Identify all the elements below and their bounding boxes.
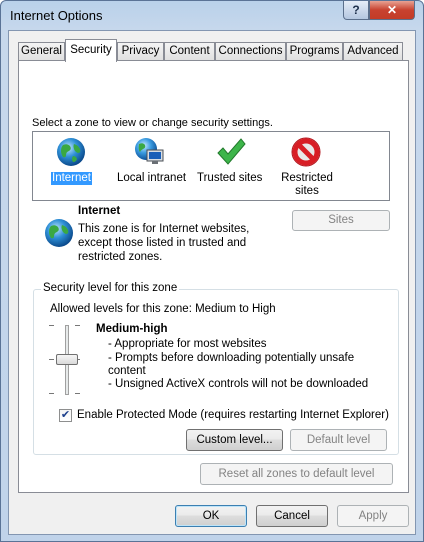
close-button[interactable]: ✕	[369, 1, 415, 20]
security-level-legend: Security level for this zone	[41, 282, 180, 294]
intranet-icon	[135, 138, 164, 164]
allowed-levels-text: Allowed levels for this zone: Medium to …	[50, 303, 276, 315]
ok-button[interactable]: OK	[175, 505, 247, 527]
slider-tick	[49, 359, 54, 360]
help-icon: ?	[352, 3, 360, 17]
zone-info-globe-icon	[45, 219, 73, 247]
tab-connections[interactable]: Connections	[215, 42, 286, 61]
sites-button-label: Sites	[328, 214, 354, 226]
checkmark-glyph-icon: ✔	[60, 409, 71, 421]
checkmark-icon	[217, 138, 246, 165]
security-tab-panel: Select a zone to view or change security…	[18, 60, 409, 493]
tab-general[interactable]: General	[18, 42, 65, 61]
level-detail-4: - Unsigned ActiveX controls will not be …	[108, 378, 369, 390]
zone-label-trusted-sites: Trusted sites	[197, 172, 263, 184]
zone-prompt: Select a zone to view or change security…	[32, 117, 273, 129]
custom-level-button[interactable]: Custom level...	[186, 429, 283, 451]
cancel-button[interactable]: Cancel	[256, 505, 328, 527]
level-detail-2: - Prompts before downloading potentially…	[108, 352, 355, 364]
window-title: Internet Options	[10, 8, 103, 23]
title-bar[interactable]: Internet Options ? ✕	[1, 1, 423, 29]
zone-info-description: This zone is for Internet websites, exce…	[78, 223, 250, 263]
zone-internet[interactable]: Internet	[47, 134, 97, 198]
zone-local-intranet[interactable]: Local intranet	[117, 134, 187, 198]
zone-label-restricted-sites: Restricted sites	[279, 172, 335, 198]
internet-options-window: Internet Options ? ✕ General Security Pr…	[0, 0, 424, 542]
zone-label-local-intranet: Local intranet	[117, 172, 187, 184]
slider-tick	[49, 325, 54, 326]
tab-advanced[interactable]: Advanced	[343, 42, 403, 61]
security-level-name: Medium-high	[96, 323, 168, 335]
zone-trusted-sites[interactable]: Trusted sites	[197, 134, 263, 198]
zone-list: Internet Local intranet Trusted sites Re…	[32, 131, 390, 201]
slider-tick	[75, 325, 80, 326]
zone-info-title: Internet	[78, 205, 121, 217]
zone-label-restricted-line2: sites	[295, 185, 319, 197]
protected-mode-label[interactable]: Enable Protected Mode (requires restarti…	[77, 409, 389, 421]
custom-level-label: Custom level...	[196, 434, 273, 446]
tab-security[interactable]: Security	[65, 39, 117, 62]
zone-label-restricted-line1: Restricted	[281, 172, 333, 184]
apply-button[interactable]: Apply	[337, 505, 409, 527]
tab-privacy[interactable]: Privacy	[117, 42, 164, 61]
tab-programs[interactable]: Programs	[286, 42, 343, 61]
tab-content[interactable]: Content	[164, 42, 215, 61]
security-slider-thumb[interactable]	[56, 354, 78, 365]
globe-icon	[57, 138, 85, 166]
apply-label: Apply	[358, 510, 388, 522]
slider-tick	[49, 393, 54, 394]
default-level-button[interactable]: Default level	[290, 429, 387, 451]
default-level-label: Default level	[306, 434, 371, 446]
sites-button[interactable]: Sites	[292, 210, 390, 231]
close-icon: ✕	[386, 3, 398, 17]
zone-label-internet: Internet	[51, 172, 92, 185]
protected-mode-checkbox[interactable]: ✔	[59, 409, 72, 422]
slider-tick	[75, 393, 80, 394]
ok-label: OK	[202, 510, 220, 522]
level-detail-3: content	[108, 365, 146, 377]
zone-restricted-sites[interactable]: Restricted sites	[277, 134, 337, 198]
dialog-client-area: General Security Privacy Content Connect…	[8, 30, 416, 535]
level-detail-1: - Appropriate for most websites	[108, 338, 267, 350]
help-button[interactable]: ?	[343, 1, 369, 20]
reset-all-zones-button[interactable]: Reset all zones to default level	[200, 463, 393, 485]
cancel-label: Cancel	[274, 510, 310, 522]
restricted-icon	[291, 137, 321, 167]
reset-all-zones-label: Reset all zones to default level	[218, 468, 375, 480]
